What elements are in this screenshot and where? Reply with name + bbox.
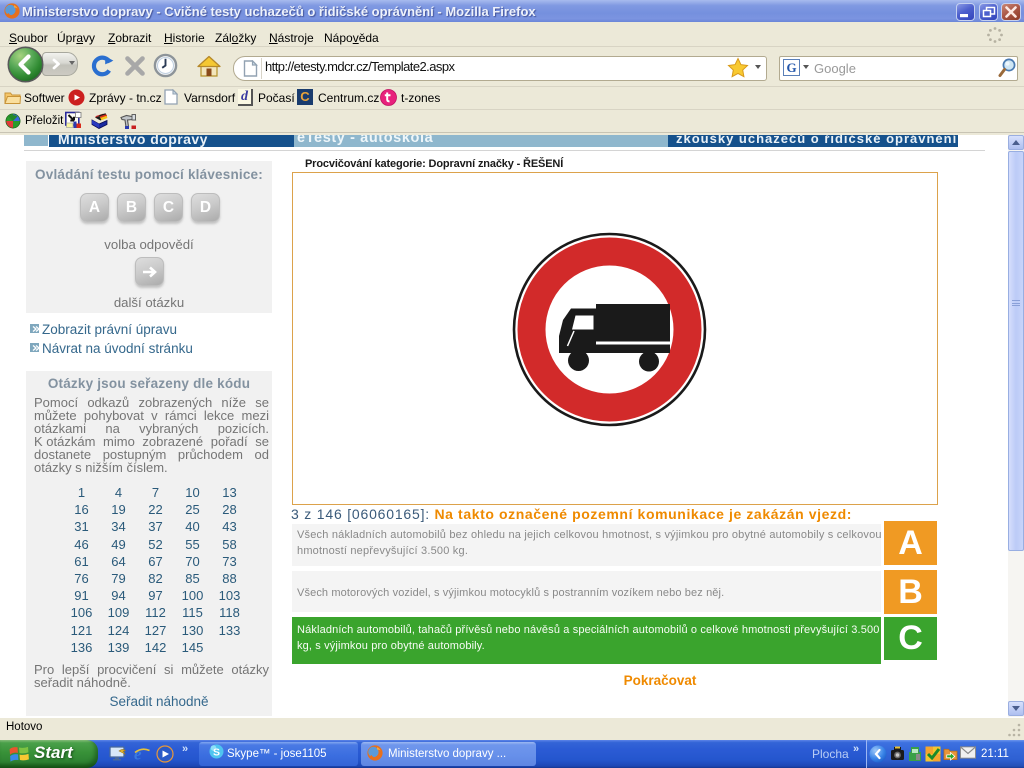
svg-text:e: e [134, 745, 142, 763]
svg-text:S: S [213, 747, 220, 759]
